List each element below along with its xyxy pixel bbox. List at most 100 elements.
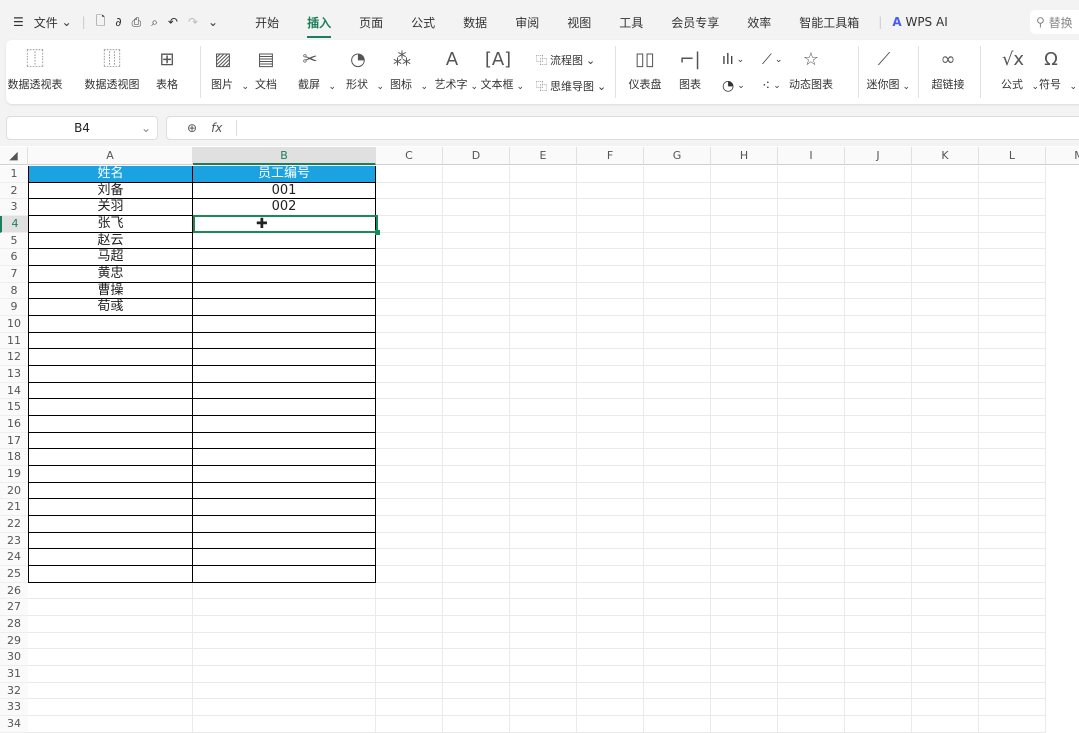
cell-A12[interactable] <box>28 349 193 367</box>
cell-J22[interactable] <box>845 516 912 533</box>
cell-H9[interactable] <box>711 299 778 317</box>
row-header-2[interactable]: 2 <box>0 182 28 200</box>
cell-D23[interactable] <box>443 532 510 550</box>
cell-F22[interactable] <box>577 516 644 533</box>
cell-C33[interactable] <box>376 699 443 717</box>
column-header-G[interactable]: G <box>644 147 711 165</box>
cell-B23[interactable] <box>193 532 376 550</box>
cell-C8[interactable] <box>376 282 443 300</box>
cell-K13[interactable] <box>912 366 979 383</box>
cell-E17[interactable] <box>510 432 577 450</box>
cell-A19[interactable] <box>28 466 193 483</box>
cell-D19[interactable] <box>443 466 510 483</box>
cell-A9[interactable]: 荀彧 <box>28 299 193 317</box>
cell-G6[interactable] <box>644 249 711 266</box>
column-header-C[interactable]: C <box>376 147 443 165</box>
scatter-chart-button[interactable]: ⁖ ⌄ <box>762 78 781 94</box>
cell-K1[interactable] <box>912 166 979 183</box>
row-header-5[interactable]: 5 <box>0 232 28 250</box>
ribbon-chart-button[interactable]: ⌐| 图表 <box>660 40 720 104</box>
cell-A22[interactable] <box>28 516 193 533</box>
cell-A23[interactable] <box>28 532 193 550</box>
cell-D13[interactable] <box>443 366 510 383</box>
cell-K3[interactable] <box>912 199 979 216</box>
cell-K25[interactable] <box>912 566 979 583</box>
cell-F15[interactable] <box>577 399 644 417</box>
cell-L27[interactable] <box>979 599 1046 617</box>
cell-J6[interactable] <box>845 249 912 266</box>
cell-A32[interactable] <box>28 682 193 700</box>
tab-7[interactable]: 工具 <box>605 14 657 31</box>
cell-E4[interactable] <box>510 216 577 233</box>
cell-E32[interactable] <box>510 682 577 700</box>
cell-D15[interactable] <box>443 399 510 417</box>
cell-H5[interactable] <box>711 232 778 250</box>
cell-B5[interactable] <box>193 232 376 250</box>
row-header-4[interactable]: 4 <box>0 216 28 233</box>
cell-E15[interactable] <box>510 399 577 417</box>
row-header-24[interactable]: 24 <box>0 549 28 567</box>
cell-L31[interactable] <box>979 666 1046 683</box>
search-input[interactable]: ⚲ 替换 <box>1030 10 1079 34</box>
cell-F24[interactable] <box>577 549 644 567</box>
cell-G19[interactable] <box>644 466 711 483</box>
cell-E8[interactable] <box>510 282 577 300</box>
row-header-12[interactable]: 12 <box>0 349 28 367</box>
cell-J1[interactable] <box>845 166 912 183</box>
cell-G27[interactable] <box>644 599 711 617</box>
cell-L11[interactable] <box>979 332 1046 350</box>
cell-A29[interactable] <box>28 632 193 650</box>
cell-L33[interactable] <box>979 699 1046 717</box>
cell-I34[interactable] <box>778 716 845 733</box>
cell-C11[interactable] <box>376 332 443 350</box>
cell-H7[interactable] <box>711 266 778 283</box>
cell-J30[interactable] <box>845 649 912 667</box>
cell-F29[interactable] <box>577 632 644 650</box>
cell-E2[interactable] <box>510 182 577 200</box>
cell-K19[interactable] <box>912 466 979 483</box>
cell-L19[interactable] <box>979 466 1046 483</box>
cell-A15[interactable] <box>28 399 193 417</box>
cell-B11[interactable] <box>193 332 376 350</box>
cell-G13[interactable] <box>644 366 711 383</box>
cell-F28[interactable] <box>577 616 644 633</box>
cell-F33[interactable] <box>577 699 644 717</box>
cell-I22[interactable] <box>778 516 845 533</box>
cell-L13[interactable] <box>979 366 1046 383</box>
cell-D22[interactable] <box>443 516 510 533</box>
name-box[interactable]: B4 ⌄ <box>6 116 158 140</box>
cell-A14[interactable] <box>28 382 193 400</box>
cell-J33[interactable] <box>845 699 912 717</box>
column-header-A[interactable]: A <box>28 147 193 165</box>
row-header-34[interactable]: 34 <box>0 716 28 733</box>
cell-J2[interactable] <box>845 182 912 200</box>
row-header-17[interactable]: 17 <box>0 432 28 450</box>
cell-B32[interactable] <box>193 682 376 700</box>
cell-C23[interactable] <box>376 532 443 550</box>
cell-B7[interactable] <box>193 266 376 283</box>
column-header-K[interactable]: K <box>912 147 979 165</box>
cell-F10[interactable] <box>577 316 644 333</box>
cell-B31[interactable] <box>193 666 376 683</box>
cell-J5[interactable] <box>845 232 912 250</box>
cell-L21[interactable] <box>979 499 1046 517</box>
cell-F11[interactable] <box>577 332 644 350</box>
cell-D8[interactable] <box>443 282 510 300</box>
cell-J3[interactable] <box>845 199 912 216</box>
cell-G11[interactable] <box>644 332 711 350</box>
cell-G8[interactable] <box>644 282 711 300</box>
cell-C20[interactable] <box>376 482 443 500</box>
cell-E13[interactable] <box>510 366 577 383</box>
cell-B15[interactable] <box>193 399 376 417</box>
cell-E16[interactable] <box>510 416 577 433</box>
cell-K4[interactable] <box>912 216 979 233</box>
select-all-corner[interactable]: ◢ <box>0 147 28 165</box>
cell-I14[interactable] <box>778 382 845 400</box>
cell-F34[interactable] <box>577 716 644 733</box>
cell-H8[interactable] <box>711 282 778 300</box>
cell-G7[interactable] <box>644 266 711 283</box>
cell-I5[interactable] <box>778 232 845 250</box>
cell-K24[interactable] <box>912 549 979 567</box>
cell-A33[interactable] <box>28 699 193 717</box>
cell-B21[interactable] <box>193 499 376 517</box>
